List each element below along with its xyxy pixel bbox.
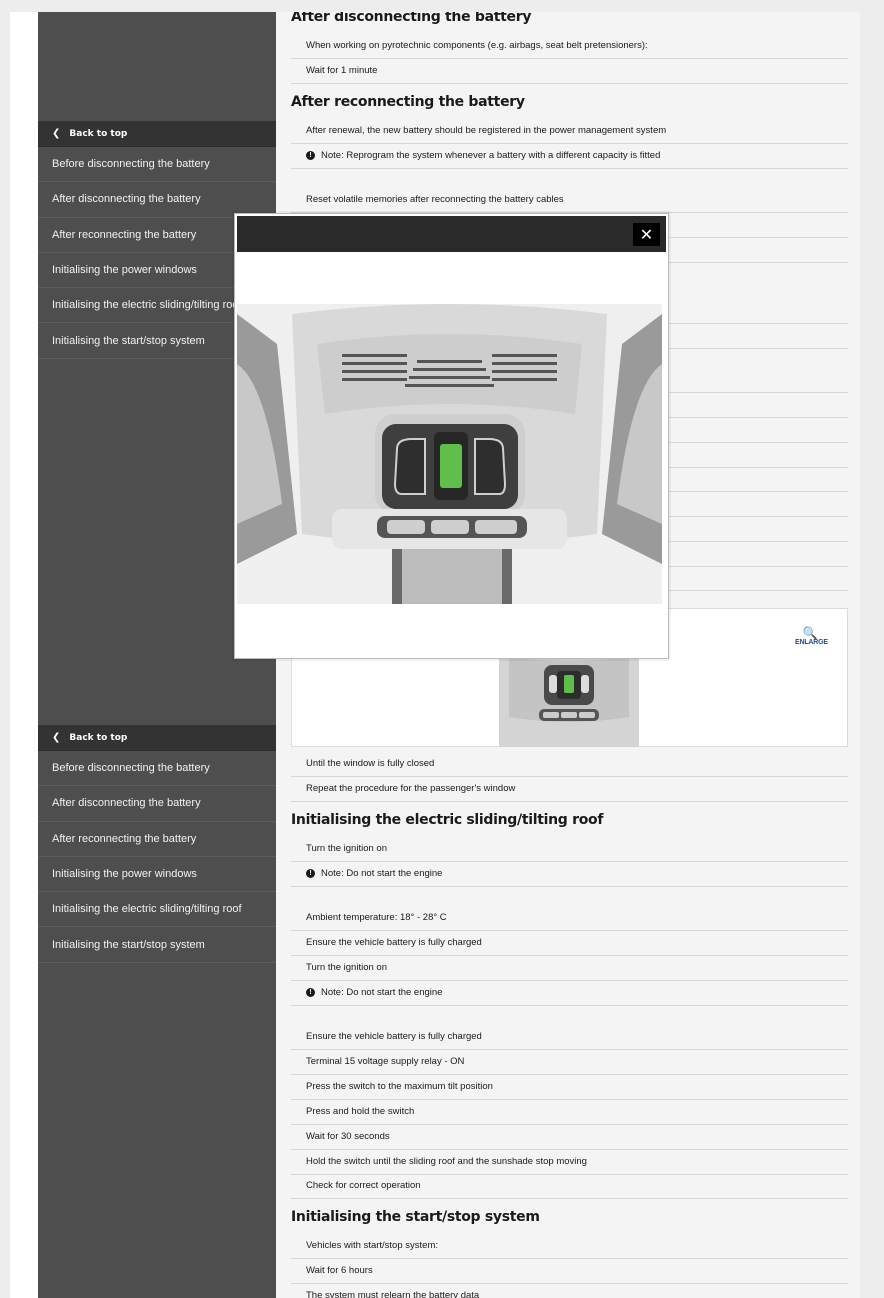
chevron-left-icon: ❮ bbox=[52, 128, 61, 139]
list-item: Wait for 30 seconds bbox=[291, 1125, 848, 1150]
chevron-left-icon: ❮ bbox=[52, 732, 61, 743]
list-item: When working on pyrotechnic components (… bbox=[291, 34, 848, 59]
sidebar-item-before-disconnecting[interactable]: Before disconnecting the battery bbox=[38, 751, 276, 787]
info-icon: ! bbox=[306, 988, 315, 998]
section-heading-after-disconnecting: After disconnecting the battery bbox=[291, 12, 532, 25]
list-item: Wait for 1 minute bbox=[291, 59, 848, 84]
sidebar-item-power-windows[interactable]: Initialising the power windows bbox=[38, 857, 276, 893]
list-item: Ensure the vehicle battery is fully char… bbox=[291, 1025, 848, 1050]
back-to-top-button[interactable]: ❮ Back to top bbox=[38, 725, 276, 751]
list-item: Check for correct operation bbox=[291, 1174, 848, 1199]
list-item: Ambient temperature: 18° - 28° C bbox=[291, 906, 848, 931]
note-text: Note: Reprogram the system whenever a ba… bbox=[321, 150, 661, 162]
list-item: Terminal 15 voltage supply relay - ON bbox=[291, 1050, 848, 1075]
list-item: Turn the ignition on bbox=[291, 837, 848, 862]
back-to-top-label: Back to top bbox=[69, 128, 128, 139]
overhead-console-image bbox=[237, 304, 662, 624]
magnifier-icon: 🔍 bbox=[802, 626, 818, 640]
section-heading-start-stop: Initialising the start/stop system bbox=[291, 1209, 540, 1225]
enlarge-button[interactable]: 🔍 ENLARGE bbox=[795, 626, 828, 646]
note-row: ! Note: Do not start the engine bbox=[291, 862, 848, 887]
section-heading-sliding-roof: Initialising the electric sliding/tiltin… bbox=[291, 812, 604, 828]
close-button[interactable]: ✕ bbox=[633, 223, 660, 246]
back-to-top-button[interactable]: ❮ Back to top bbox=[38, 121, 276, 147]
section-heading-after-reconnecting: After reconnecting the battery bbox=[291, 94, 525, 110]
sidebar-item-start-stop[interactable]: Initialising the start/stop system bbox=[38, 927, 276, 963]
list-item: Ensure the vehicle battery is fully char… bbox=[291, 931, 848, 956]
list-item: Until the window is fully closed bbox=[291, 752, 848, 777]
overhead-console-thumbnail[interactable] bbox=[499, 657, 639, 747]
sidebar-nav-bottom: ❮ Back to top Before disconnecting the b… bbox=[38, 725, 276, 963]
list-item: Wait for 6 hours bbox=[291, 1259, 848, 1284]
list-item: The system must relearn the battery data bbox=[291, 1284, 848, 1298]
back-to-top-label: Back to top bbox=[69, 732, 128, 743]
list-item: Repeat the procedure for the passenger's… bbox=[291, 777, 848, 802]
sidebar-item-after-disconnecting[interactable]: After disconnecting the battery bbox=[38, 786, 276, 822]
note-row: ! Note: Reprogram the system whenever a … bbox=[291, 144, 848, 169]
note-row: ! Note: Do not start the engine bbox=[291, 981, 848, 1006]
list-item: Press and hold the switch bbox=[291, 1100, 848, 1125]
enlarge-label: ENLARGE bbox=[795, 639, 828, 646]
sidebar-item-before-disconnecting[interactable]: Before disconnecting the battery bbox=[38, 147, 276, 183]
image-lightbox-modal: ✕ bbox=[234, 213, 669, 659]
note-text: Note: Do not start the engine bbox=[321, 868, 443, 880]
close-icon: ✕ bbox=[639, 225, 654, 244]
list-item: After renewal, the new battery should be… bbox=[291, 119, 848, 144]
list-item: Press the switch to the maximum tilt pos… bbox=[291, 1075, 848, 1100]
info-icon: ! bbox=[306, 151, 315, 161]
sidebar-item-sliding-roof[interactable]: Initialising the electric sliding/tiltin… bbox=[38, 892, 276, 928]
note-text: Note: Do not start the engine bbox=[321, 987, 443, 999]
modal-header: ✕ bbox=[237, 216, 666, 252]
list-item: Turn the ignition on bbox=[291, 956, 848, 981]
list-item: Vehicles with start/stop system: bbox=[291, 1234, 848, 1259]
list-item: Reset volatile memories after reconnecti… bbox=[291, 188, 848, 213]
list-item: Hold the switch until the sliding roof a… bbox=[291, 1150, 848, 1175]
info-icon: ! bbox=[306, 869, 315, 879]
sidebar-item-after-reconnecting[interactable]: After reconnecting the battery bbox=[38, 822, 276, 857]
